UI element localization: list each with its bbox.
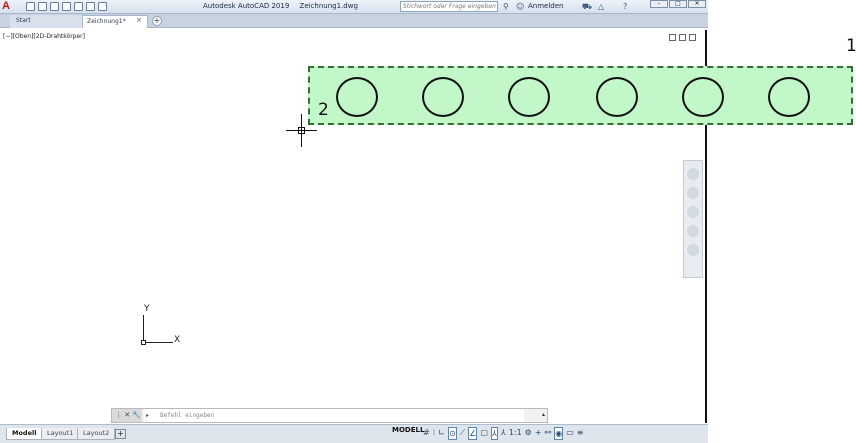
grid-icon[interactable]: # [423, 427, 430, 440]
minimize-button[interactable]: – [650, 0, 668, 8]
help-icon[interactable]: ? [623, 2, 627, 12]
ortho-icon[interactable]: ∟ [438, 427, 445, 440]
ucs-y-label: Y [144, 304, 150, 314]
circle-6[interactable] [768, 77, 810, 117]
title-bar: A Autodesk AutoCAD 2019 Zeichnung1.dwg S… [0, 0, 708, 14]
autocad-logo-icon[interactable]: A [2, 0, 16, 13]
ucs-y-axis [143, 315, 144, 343]
search-input[interactable]: Stichwort oder Frage eingeben [400, 1, 498, 12]
command-input[interactable]: Befehl eingeben [144, 409, 524, 422]
polar-tracking-icon[interactable]: ⊙ [447, 427, 457, 440]
undo-icon[interactable] [86, 2, 95, 11]
maximize-button[interactable]: □ [669, 0, 687, 8]
marker-1: 1 [846, 36, 856, 56]
clean-screen-icon[interactable]: ▭ [566, 427, 574, 440]
viewport-restore-icon[interactable] [679, 34, 686, 41]
quick-access-toolbar [26, 2, 107, 11]
plus-icon[interactable]: + [535, 427, 542, 440]
file-title: Zeichnung1.dwg [299, 2, 358, 10]
exchange-icon[interactable]: △ [598, 2, 604, 12]
tab-start[interactable]: Start [10, 15, 82, 28]
binoculars-icon[interactable]: ⚲ [503, 2, 509, 12]
new-file-icon[interactable] [26, 2, 35, 11]
window-title: Autodesk AutoCAD 2019 Zeichnung1.dwg [203, 2, 358, 10]
ucs-x-axis [143, 342, 173, 343]
circle-3[interactable] [508, 77, 550, 117]
hardware-acceleration-icon[interactable]: ◉ [554, 427, 564, 440]
user-icon[interactable]: ☺ [516, 2, 524, 12]
command-history-expand-icon[interactable]: ▴ [542, 411, 545, 418]
model-space-toggle[interactable]: MODELL [392, 426, 424, 434]
tab-layout1[interactable]: Layout1 [41, 428, 80, 440]
cart-icon[interactable]: ⛟ [582, 2, 592, 12]
annotation-visibility-icon[interactable]: ⅄ [491, 427, 498, 440]
circle-1[interactable] [336, 77, 378, 117]
isolate-objects-icon[interactable]: ⚯ [545, 427, 552, 440]
command-prompt-icon: ▸ [146, 412, 150, 419]
viewport-window-controls [669, 34, 696, 41]
gear-icon[interactable]: ⚙ [525, 427, 532, 440]
save-icon[interactable] [50, 2, 59, 11]
viewport-close-icon[interactable] [689, 34, 696, 41]
annotation-scale-icon[interactable]: ⅄ [501, 427, 506, 440]
orbit-icon[interactable] [687, 225, 699, 237]
customization-menu-icon[interactable]: ≡ [577, 427, 584, 440]
status-toggles: # ⁝ ∟ ⊙ ⟋ ∠ ▢ ⅄ ⅄ 1:1 ⚙ + ⚯ ◉ ▭ ≡ [423, 427, 583, 440]
circle-4[interactable] [596, 77, 638, 117]
ucs-origin-icon [141, 340, 146, 345]
object-snap-tracking-icon[interactable]: ∠ [468, 427, 478, 440]
status-bar: Modell Layout1 Layout2 + [0, 424, 708, 443]
command-line-tools[interactable]: ⋮ ✕ 🔧 [112, 409, 142, 422]
marker-2: 2 [318, 100, 329, 120]
viewport-controls-label[interactable]: [−][Oben][2D-Drahtkörper] [3, 33, 85, 40]
command-line: ⋮ ✕ 🔧 Befehl eingeben ▸ ▴ [111, 408, 548, 423]
navigation-bar [683, 160, 703, 278]
file-tab-bar: Start Zeichnung1* × + [0, 14, 708, 28]
window-controls: – □ ✕ [650, 0, 706, 8]
new-tab-button[interactable]: + [152, 16, 162, 26]
close-tab-icon[interactable]: × [136, 16, 142, 24]
tab-model[interactable]: Modell [6, 428, 43, 440]
close-window-button[interactable]: ✕ [688, 0, 706, 8]
save-as-icon[interactable] [62, 2, 71, 11]
showmotion-icon[interactable] [687, 244, 699, 256]
add-layout-button[interactable]: + [115, 429, 126, 439]
snap-icon[interactable]: ⁝ [433, 427, 436, 440]
signin-button[interactable]: Anmelden [528, 2, 563, 10]
open-file-icon[interactable] [38, 2, 47, 11]
crosshair-pickbox [298, 127, 305, 134]
ucs-x-label: X [174, 335, 181, 345]
app-title: Autodesk AutoCAD 2019 [203, 2, 290, 10]
redo-icon[interactable] [98, 2, 107, 11]
viewport-minimize-icon[interactable] [669, 34, 676, 41]
pan-icon[interactable] [687, 187, 699, 199]
annotation-scale-value[interactable]: 1:1 [509, 427, 522, 440]
object-snap-icon[interactable]: ▢ [480, 427, 488, 440]
isodraft-icon[interactable]: ⟋ [460, 427, 466, 440]
tab-layout2[interactable]: Layout2 [77, 428, 116, 440]
circle-5[interactable] [682, 77, 724, 117]
circle-2[interactable] [422, 77, 464, 117]
steering-wheel-icon[interactable] [687, 168, 699, 180]
print-icon[interactable] [74, 2, 83, 11]
zoom-icon[interactable] [687, 206, 699, 218]
